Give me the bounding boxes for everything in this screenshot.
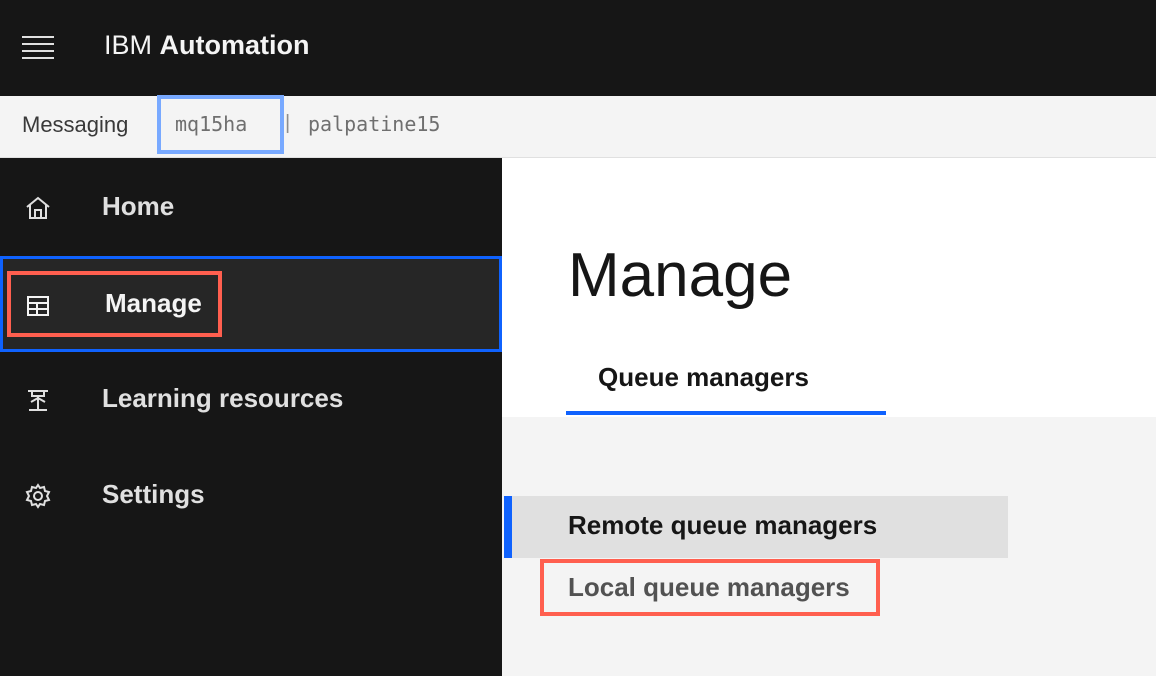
- gear-icon: [24, 482, 52, 510]
- tab-selected-indicator: [566, 411, 886, 415]
- local-queue-managers-annotation-box: [540, 559, 880, 616]
- learning-icon: [24, 386, 52, 414]
- sidebar-item-home[interactable]: Home: [0, 158, 502, 254]
- manage-annotation-box: [7, 271, 222, 337]
- hamburger-menu-icon[interactable]: [22, 36, 54, 60]
- context-label: Messaging: [22, 112, 129, 137]
- sidebar-item-settings[interactable]: Settings: [0, 446, 502, 542]
- home-icon: [24, 194, 52, 222]
- sidebar-item-label: Home: [102, 191, 175, 221]
- sidebar-item-learning-resources[interactable]: Learning resources: [0, 350, 502, 446]
- top-header: IBM Automation: [0, 0, 1156, 96]
- sidebar-item-label: Settings: [102, 479, 205, 509]
- tab-label: Queue managers: [598, 362, 809, 392]
- sidebar-item-label: Learning resources: [102, 383, 344, 413]
- subnav-item-label: Remote queue managers: [568, 510, 878, 540]
- tab-queue-managers[interactable]: Queue managers: [566, 358, 886, 416]
- app-title[interactable]: IBM Automation: [104, 30, 310, 61]
- brand-name: IBM: [104, 30, 153, 60]
- cluster-name[interactable]: palpatine15: [308, 112, 440, 136]
- subnav-item-remote-queue-managers[interactable]: Remote queue managers: [504, 496, 1008, 558]
- page-title: Manage: [568, 241, 793, 310]
- selected-indicator: [504, 496, 512, 558]
- context-separator: |: [285, 112, 291, 134]
- instance-name[interactable]: mq15ha: [175, 112, 247, 136]
- product-name: Automation: [159, 30, 310, 60]
